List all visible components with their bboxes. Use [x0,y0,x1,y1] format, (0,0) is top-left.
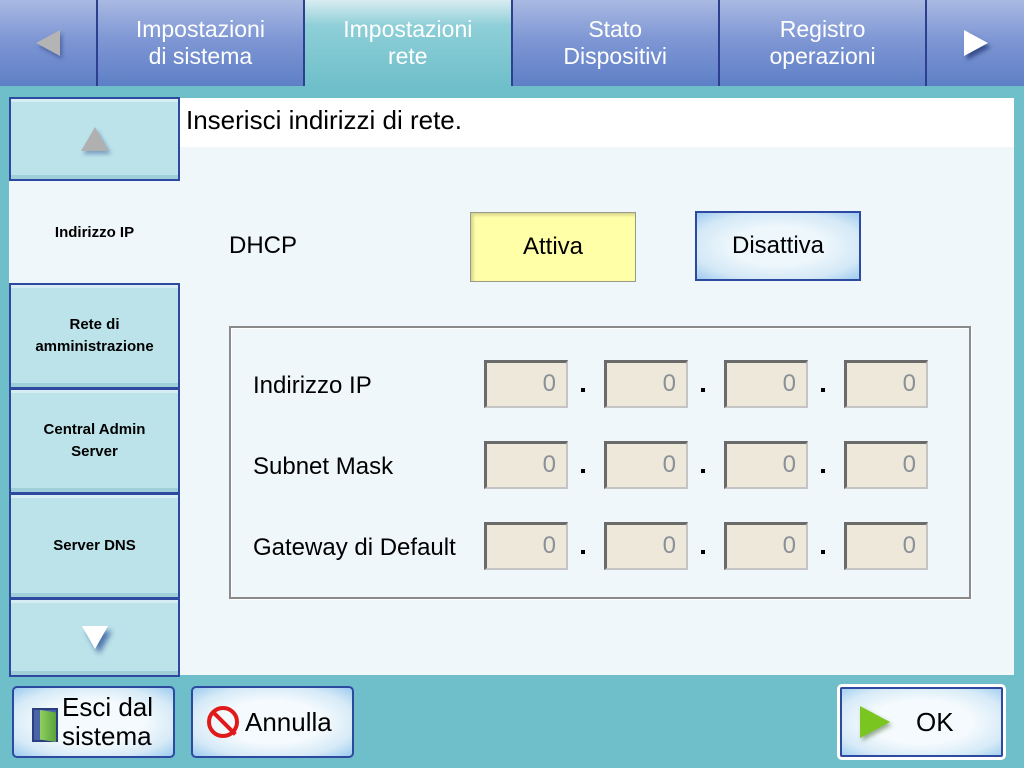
sidebar-scroll-up-button[interactable] [9,97,180,181]
sidebar-item-indirizzo-ip[interactable]: Indirizzo IP [9,181,180,284]
logout-label-line2: sistema [62,721,152,751]
tab-label: Registro operazioni [769,16,876,69]
dhcp-label: DHCP [229,232,298,259]
ip-address-octet-2[interactable]: 0 [604,360,688,408]
sidebar-item-rete-amministrazione[interactable]: Rete di amministrazione [9,283,180,389]
sidebar-item-label: Central Admin Server [43,421,146,460]
gateway-octet-3[interactable]: 0 [724,522,808,570]
octet-separator [701,550,707,556]
no-entry-icon [207,706,239,738]
ip-address-row: Indirizzo IP 0 0 0 0 [231,360,971,410]
tab-impostazioni-sistema[interactable]: Impostazioni di sistema [97,0,306,86]
logout-label-line1: Esci dal [62,692,154,722]
ip-address-octet-1[interactable]: 0 [484,360,568,408]
sidebar-scroll-down-button[interactable] [9,598,180,677]
gateway-octet-1[interactable]: 0 [484,522,568,570]
cancel-button[interactable]: Annulla [191,686,354,758]
ip-address-octet-3[interactable]: 0 [724,360,808,408]
logout-label: Esci dal sistema [62,693,153,751]
gateway-octet-4[interactable]: 0 [844,522,928,570]
octet-separator [581,469,587,475]
sidebar: Indirizzo IP Rete di amministrazione Cen… [9,97,180,677]
sidebar-item-label: Rete di amministrazione [35,316,154,355]
logout-button[interactable]: Esci dal sistema [12,686,175,758]
octet-separator [821,469,827,475]
dhcp-on-button[interactable]: Attiva [470,212,636,282]
ip-settings-group: Indirizzo IP 0 0 0 0 Subnet Mask 0 0 0 0… [229,326,971,599]
subnet-mask-octet-1[interactable]: 0 [484,441,568,489]
tab-registro-operazioni[interactable]: Registro operazioni [719,0,928,86]
tab-scroll-right-button[interactable] [927,0,1024,86]
dhcp-on-label: Attiva [522,233,584,260]
sidebar-item-label: Server DNS [53,537,136,554]
sidebar-item-label: Indirizzo IP [54,223,135,241]
dhcp-off-label: Disattiva [731,232,825,259]
tab-stato-dispositivi[interactable]: Stato Dispositivi [512,0,720,86]
subnet-mask-octet-3[interactable]: 0 [724,441,808,489]
ok-label: OK [916,706,954,737]
tab-label: Impostazioni di sistema [135,16,265,69]
gateway-row: Gateway di Default 0 0 0 0 [231,522,971,572]
tab-scroll-left-button[interactable] [0,0,98,86]
tab-label: Stato Dispositivi [563,16,667,69]
instruction-text: Inserisci indirizzi di rete. [180,98,1014,147]
subnet-mask-octet-4[interactable]: 0 [844,441,928,489]
octet-separator [701,469,707,475]
subnet-mask-octet-2[interactable]: 0 [604,441,688,489]
triangle-up-icon [80,127,109,151]
gateway-label: Gateway di Default [253,534,456,561]
tab-label: Impostazioni rete [343,16,473,69]
triangle-right-icon [963,30,988,56]
sidebar-item-server-dns[interactable]: Server DNS [9,493,180,599]
octet-separator [581,388,587,394]
tab-impostazioni-rete[interactable]: Impostazioni rete [305,0,513,86]
gateway-octet-2[interactable]: 0 [604,522,688,570]
main-panel: Inserisci indirizzi di rete. DHCP Attiva… [180,98,1014,675]
ip-address-label: Indirizzo IP [253,372,372,399]
play-arrow-icon [860,706,890,738]
subnet-mask-row: Subnet Mask 0 0 0 0 [231,441,971,491]
dhcp-off-button[interactable]: Disattiva [695,211,861,281]
octet-separator [821,388,827,394]
subnet-mask-label: Subnet Mask [253,453,394,480]
octet-separator [821,550,827,556]
top-tab-bar: Impostazioni di sistema Impostazioni ret… [0,0,1024,86]
cancel-label: Annulla [245,706,332,737]
octet-separator [581,550,587,556]
ok-button[interactable]: OK [837,684,1006,760]
sidebar-item-central-admin-server[interactable]: Central Admin Server [9,388,180,494]
ip-address-octet-4[interactable]: 0 [844,360,928,408]
triangle-down-icon [81,626,108,649]
octet-separator [701,388,707,394]
door-exit-icon [32,708,58,742]
triangle-left-icon [35,30,60,56]
